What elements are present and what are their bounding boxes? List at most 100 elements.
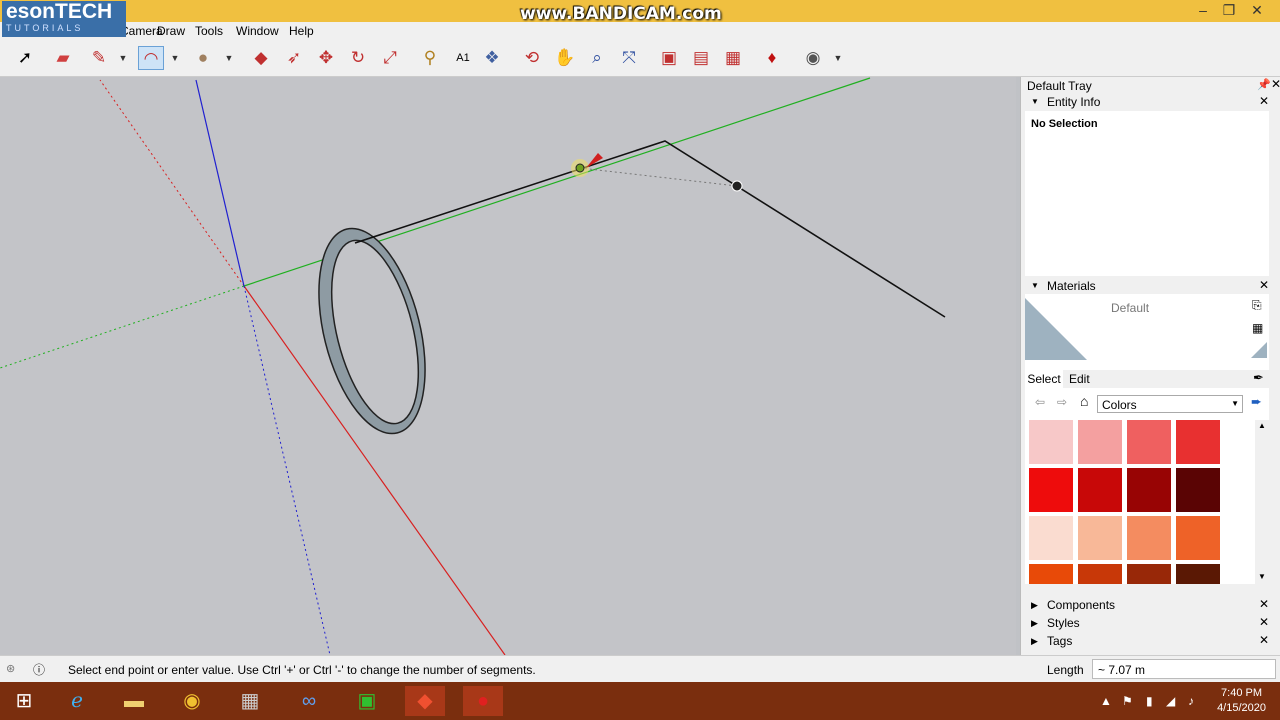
color-swatch[interactable] [1127, 564, 1171, 584]
pin-icon[interactable]: 📌 [1257, 78, 1271, 91]
chevron-down-icon[interactable]: ▼ [170, 46, 180, 70]
material-library-icon[interactable]: ▦ [1252, 321, 1263, 335]
restore-button[interactable]: ❐ [1216, 1, 1242, 21]
material-name[interactable]: Default [1111, 301, 1149, 315]
store-icon[interactable]: ▣ [347, 686, 387, 716]
volume-icon[interactable]: ♪ [1188, 694, 1194, 708]
styles-header[interactable]: ▶ Styles ✕ [1025, 615, 1269, 631]
ruby-icon[interactable]: ♦ [759, 46, 785, 70]
default-tray: Default Tray 📌 ✕ ▼ Entity Info ✕ No Sele… [1020, 77, 1280, 655]
pushpull-icon[interactable]: ◆ [248, 46, 274, 70]
tab-select[interactable]: Select [1025, 370, 1063, 388]
color-swatch[interactable] [1029, 420, 1073, 464]
scroll-down-icon[interactable]: ▼ [1258, 572, 1266, 581]
internet-explorer-icon[interactable]: ℯ [57, 686, 97, 716]
scroll-up-icon[interactable]: ▲ [1258, 421, 1266, 430]
color-swatch[interactable] [1078, 468, 1122, 512]
eyedropper-icon[interactable]: ✒ [1253, 370, 1264, 386]
scale-icon[interactable]: ⤢ [377, 46, 403, 70]
tray-close-icon[interactable]: ✕ [1271, 77, 1280, 91]
file-explorer-icon[interactable]: ▬ [114, 686, 154, 716]
network-icon[interactable]: ◢ [1166, 694, 1175, 708]
components-header[interactable]: ▶ Components ✕ [1025, 597, 1269, 613]
color-swatch[interactable] [1029, 468, 1073, 512]
minimize-button[interactable]: – [1190, 1, 1216, 21]
system-clock[interactable]: 7:40 PM 4/15/2020 [1217, 686, 1266, 716]
sample-paint-icon[interactable] [1251, 342, 1267, 358]
menu-bar: Camera Draw Tools Window Help [0, 22, 1280, 40]
menu-tools[interactable]: Tools [195, 24, 223, 38]
close-icon[interactable]: ✕ [1259, 278, 1269, 292]
zoom-icon[interactable]: ⌕ [584, 46, 610, 70]
home-icon[interactable]: ⌂ [1080, 393, 1088, 409]
arc-icon[interactable]: ◠ [138, 46, 164, 70]
close-icon[interactable]: ✕ [1259, 633, 1269, 647]
color-swatch[interactable] [1176, 420, 1220, 464]
text-icon[interactable]: A1 [450, 46, 476, 70]
pan-icon[interactable]: ✋ [552, 46, 578, 70]
color-swatch[interactable] [1078, 516, 1122, 560]
calculator-icon[interactable]: ▦ [230, 686, 270, 716]
circle-icon[interactable]: ● [190, 46, 216, 70]
orbit-icon[interactable]: ⟲ [519, 46, 545, 70]
rotate-icon[interactable]: ↻ [345, 46, 371, 70]
account-icon[interactable]: ◉ [800, 46, 826, 70]
app-icon[interactable]: ∞ [289, 686, 329, 716]
eraser-icon[interactable]: ▰ [50, 46, 76, 70]
color-swatch[interactable] [1078, 420, 1122, 464]
color-swatch[interactable] [1029, 564, 1073, 584]
geo-location-icon[interactable]: ⊛ [6, 662, 15, 675]
materials-header[interactable]: ▼ Materials ✕ [1025, 278, 1269, 294]
zoom-extents-icon[interactable]: ⤧ [616, 46, 642, 70]
move-icon[interactable]: ✥ [313, 46, 339, 70]
tape-measure-icon[interactable]: ⚲ [417, 46, 443, 70]
chevron-down-icon[interactable]: ▼ [224, 46, 234, 70]
chrome-icon[interactable]: ◉ [172, 686, 212, 716]
select-icon[interactable]: ➚ [12, 46, 38, 70]
details-arrow-icon[interactable]: ➨ [1251, 394, 1262, 410]
entity-info-header[interactable]: ▼ Entity Info ✕ [1025, 94, 1269, 110]
swatch-scrollbar[interactable]: ▲ ▼ [1255, 420, 1269, 584]
materials-tabs: Select Edit ✒ [1025, 370, 1269, 388]
sketchup-icon[interactable]: ◆ [405, 686, 445, 716]
color-swatch[interactable] [1029, 516, 1073, 560]
ring-shape[interactable] [300, 218, 444, 445]
follow-me-icon[interactable]: ➶ [281, 46, 307, 70]
menu-draw[interactable]: Draw [157, 24, 185, 38]
color-swatch[interactable] [1127, 420, 1171, 464]
chevron-down-icon[interactable]: ▼ [118, 46, 128, 70]
paint-bucket-icon[interactable]: ❖ [479, 46, 505, 70]
forward-icon[interactable]: ⇨ [1057, 395, 1067, 409]
menu-help[interactable]: Help [289, 24, 314, 38]
color-swatch[interactable] [1078, 564, 1122, 584]
warehouse-icon[interactable]: ▣ [656, 46, 682, 70]
measurements-box[interactable]: ~ 7.07 m [1092, 659, 1276, 679]
close-button[interactable]: ✕ [1244, 1, 1270, 21]
tab-edit[interactable]: Edit [1069, 372, 1090, 386]
tags-header[interactable]: ▶ Tags ✕ [1025, 633, 1269, 649]
menu-window[interactable]: Window [236, 24, 279, 38]
pencil-icon[interactable]: ✎ [86, 46, 112, 70]
back-icon[interactable]: ⇦ [1035, 395, 1045, 409]
color-swatch[interactable] [1176, 564, 1220, 584]
close-icon[interactable]: ✕ [1259, 615, 1269, 629]
color-swatch[interactable] [1176, 516, 1220, 560]
windows-start-icon[interactable]: ⊞ [4, 686, 44, 716]
color-swatch[interactable] [1127, 468, 1171, 512]
bandicam-icon[interactable]: ● [463, 686, 503, 716]
arc-cursor-icon [586, 153, 603, 168]
close-icon[interactable]: ✕ [1259, 94, 1269, 108]
create-material-icon[interactable]: ⎘ [1252, 298, 1262, 313]
info-icon[interactable]: ⓘ [33, 661, 45, 678]
color-swatch[interactable] [1176, 468, 1220, 512]
extension-warehouse-icon[interactable]: ▤ [688, 46, 714, 70]
flag-icon[interactable]: ⚑ [1122, 694, 1133, 708]
library-select[interactable]: Colors ▼ [1097, 395, 1243, 413]
show-hidden-icons[interactable]: ▲ [1100, 694, 1112, 708]
color-swatch[interactable] [1127, 516, 1171, 560]
battery-icon[interactable]: ▮ [1146, 694, 1153, 708]
close-icon[interactable]: ✕ [1259, 597, 1269, 611]
chevron-down-icon[interactable]: ▼ [833, 46, 843, 70]
layout-icon[interactable]: ▦ [720, 46, 746, 70]
model-viewport[interactable] [0, 77, 1016, 655]
